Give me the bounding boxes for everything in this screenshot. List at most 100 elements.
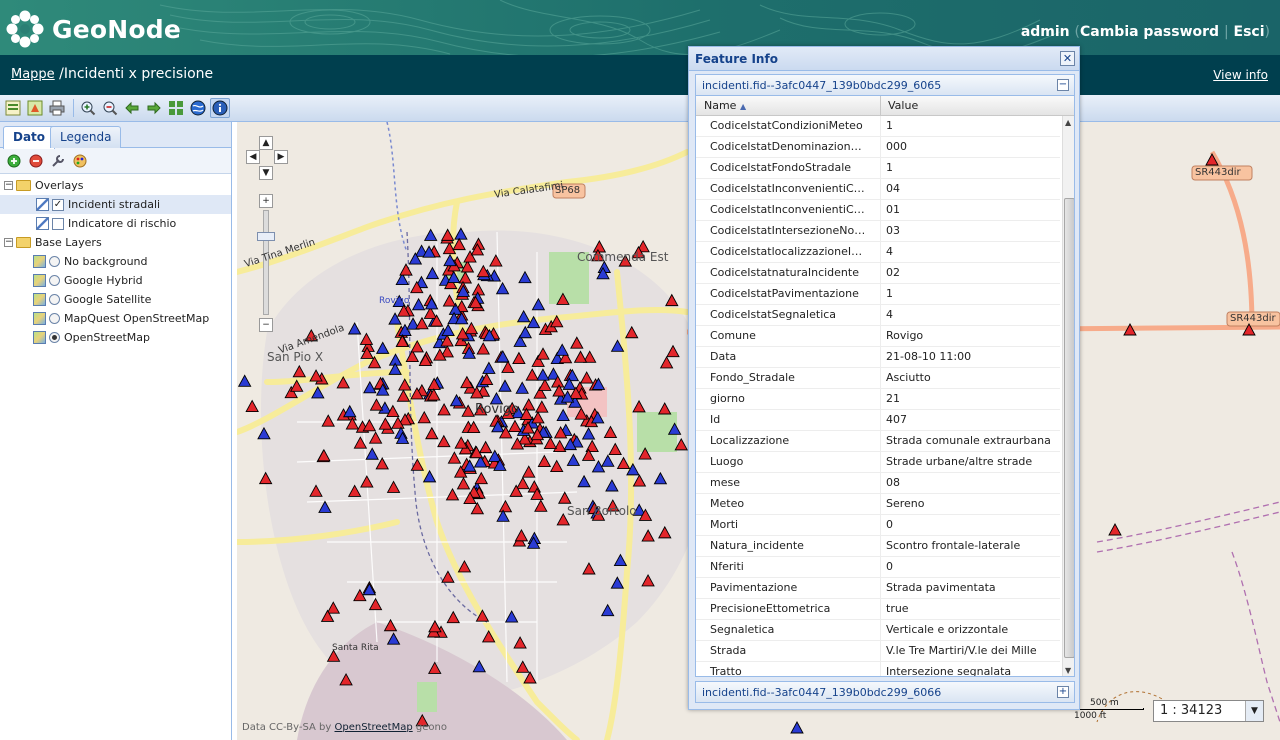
- attribute-name: CodiceIstatSegnaletica: [696, 305, 881, 325]
- close-icon[interactable]: ✕: [1060, 51, 1075, 66]
- layer-label: Google Hybrid: [64, 274, 143, 287]
- attribute-value: Scontro frontale-laterale: [886, 539, 1021, 552]
- attribute-name: CodiceIstatIntersezioneNonInter…: [696, 221, 881, 241]
- table-row[interactable]: CodiceIstatDenominazioneStrada 000: [696, 137, 1060, 158]
- layer-styles-tool[interactable]: [72, 153, 88, 169]
- base-layer-radio[interactable]: [49, 294, 60, 305]
- pan-left-button[interactable]: ◀: [246, 150, 260, 164]
- scroll-up-icon[interactable]: ▲: [1065, 118, 1071, 127]
- base-layer-radio[interactable]: [49, 275, 60, 286]
- table-row[interactable]: Nferiti 0: [696, 557, 1060, 578]
- table-row[interactable]: Comune Rovigo: [696, 326, 1060, 347]
- attribute-name: CodiceIstatPavimentazione: [696, 284, 881, 304]
- collapse-icon[interactable]: −: [4, 238, 13, 247]
- table-row[interactable]: CodiceIstatlocalizzazioneIncidente 4: [696, 242, 1060, 263]
- table-row[interactable]: Natura_incidente Scontro frontale-lateral…: [696, 536, 1060, 557]
- zoom-out-button[interactable]: [100, 98, 120, 118]
- layer-properties-tool[interactable]: [50, 153, 66, 169]
- chevron-down-icon[interactable]: ▼: [1245, 701, 1263, 721]
- column-header-name[interactable]: Name ▲: [696, 96, 881, 116]
- change-password-link[interactable]: Cambia password: [1080, 24, 1219, 40]
- view-info-link[interactable]: View info: [1213, 68, 1268, 82]
- base-openstreetmap[interactable]: OpenStreetMap: [0, 328, 231, 347]
- map-zoom-out-button[interactable]: −: [259, 318, 273, 332]
- table-row[interactable]: CodiceIstatSegnaletica 4: [696, 305, 1060, 326]
- forward-button[interactable]: [144, 98, 164, 118]
- breadcrumb-maps-link[interactable]: Mappe: [11, 67, 55, 82]
- zoom-in-button[interactable]: [78, 98, 98, 118]
- table-row[interactable]: Fondo_Stradale Asciutto: [696, 368, 1060, 389]
- pan-down-button[interactable]: ▼: [259, 166, 273, 180]
- table-row[interactable]: giorno 21: [696, 389, 1060, 410]
- table-row[interactable]: mese 08: [696, 473, 1060, 494]
- table-row[interactable]: CodiceIstatPavimentazione 1: [696, 284, 1060, 305]
- scrollbar-thumb[interactable]: [1064, 198, 1074, 658]
- base-layer-radio[interactable]: [49, 313, 60, 324]
- table-row[interactable]: PrecisioneEttometrica true: [696, 599, 1060, 620]
- base-layer-radio[interactable]: [49, 332, 60, 343]
- expand-icon[interactable]: +: [1057, 686, 1069, 698]
- table-row[interactable]: Morti 0: [696, 515, 1060, 536]
- geonode-logo[interactable]: GeoNode: [6, 10, 181, 48]
- map-label: SP68: [555, 185, 581, 196]
- layer-visibility-checkbox[interactable]: [52, 217, 64, 230]
- table-row[interactable]: CodiceIstatnaturaIncidente 02: [696, 263, 1060, 284]
- tab-dato[interactable]: Dato: [3, 126, 56, 149]
- table-row[interactable]: CodiceIstatInconvenientiCircola… 01: [696, 200, 1060, 221]
- user-link[interactable]: admin: [1021, 24, 1070, 40]
- scroll-down-icon[interactable]: ▼: [1065, 666, 1071, 675]
- attribute-name: Comune: [696, 326, 881, 346]
- base-mapquest-osm[interactable]: MapQuest OpenStreetMap: [0, 309, 231, 328]
- base-layers-folder[interactable]: − Base Layers: [0, 233, 231, 252]
- export-map-button[interactable]: [25, 98, 45, 118]
- table-row[interactable]: CodiceIstatCondizioniMeteo 1: [696, 116, 1060, 137]
- collapse-icon[interactable]: −: [4, 181, 13, 190]
- scale-select[interactable]: 1 : 34123 ▼: [1153, 700, 1264, 722]
- remove-layer-button[interactable]: [28, 153, 44, 169]
- tab-legenda[interactable]: Legenda: [50, 126, 122, 148]
- table-row[interactable]: CodiceIstatIntersezioneNonInter… 03: [696, 221, 1060, 242]
- feature-panel-header[interactable]: incidenti.fid--3afc0447_139b0bdc299_6065…: [695, 74, 1075, 96]
- back-button[interactable]: [122, 98, 142, 118]
- layer-incidenti-stradali[interactable]: ✓ Incidenti stradali: [0, 195, 231, 214]
- base-google-hybrid[interactable]: Google Hybrid: [0, 271, 231, 290]
- table-row[interactable]: Data 21-08-10 11:00: [696, 347, 1060, 368]
- osm-link[interactable]: OpenStreetMap: [335, 722, 413, 733]
- base-layer-radio[interactable]: [49, 256, 60, 267]
- pan-right-button[interactable]: ▶: [274, 150, 288, 164]
- grid-scrollbar[interactable]: ▲ ▼: [1062, 116, 1074, 676]
- table-row[interactable]: Meteo Sereno: [696, 494, 1060, 515]
- google-earth-button[interactable]: [188, 98, 208, 118]
- logout-link[interactable]: Esci: [1234, 24, 1265, 40]
- map-zoom-in-button[interactable]: +: [259, 194, 273, 208]
- overlays-folder[interactable]: − Overlays: [0, 176, 231, 195]
- pan-up-button[interactable]: ▲: [259, 136, 273, 150]
- table-row[interactable]: Strada V.le Tre Martiri/V.le dei Mille: [696, 641, 1060, 662]
- add-layer-button[interactable]: [6, 153, 22, 169]
- table-row[interactable]: CodiceIstatFondoStradale 1: [696, 158, 1060, 179]
- table-row[interactable]: Pavimentazione Strada pavimentata: [696, 578, 1060, 599]
- base-google-satellite[interactable]: Google Satellite: [0, 290, 231, 309]
- layer-properties-button[interactable]: [3, 98, 23, 118]
- map-toolbar: [0, 95, 1280, 122]
- table-row[interactable]: CodiceIstatInconvenientiCircola… 04: [696, 179, 1060, 200]
- collapse-icon[interactable]: −: [1057, 79, 1069, 91]
- base-no-background[interactable]: No background: [0, 252, 231, 271]
- table-row[interactable]: Id 407: [696, 410, 1060, 431]
- layer-indicatore-rischio[interactable]: Indicatore di rischio: [0, 214, 231, 233]
- layer-visibility-checkbox[interactable]: ✓: [52, 198, 64, 211]
- table-row[interactable]: Tratto Intersezione segnalata: [696, 662, 1060, 676]
- table-row[interactable]: Localizzazione Strada comunale extraurban…: [696, 431, 1060, 452]
- zoom-slider-handle[interactable]: [257, 232, 275, 241]
- feature-info-header[interactable]: Feature Info ✕: [689, 47, 1079, 71]
- feature-panel-header-collapsed[interactable]: incidenti.fid--3afc0447_139b0bdc299_6066…: [695, 681, 1075, 703]
- column-header-value[interactable]: Value: [882, 96, 1062, 116]
- table-row[interactable]: Segnaletica Verticale e orizzontale: [696, 620, 1060, 641]
- layer-tree: − Overlays ✓ Incidenti stradali Indicato…: [0, 174, 231, 347]
- print-button[interactable]: [47, 98, 67, 118]
- zoom-extent-button[interactable]: [166, 98, 186, 118]
- table-row[interactable]: Luogo Strade urbane/altre strade: [696, 452, 1060, 473]
- feature-info-button[interactable]: [210, 98, 230, 118]
- feature-info-window[interactable]: Feature Info ✕ incidenti.fid--3afc0447_1…: [688, 46, 1080, 710]
- attribute-value: Asciutto: [886, 371, 931, 384]
